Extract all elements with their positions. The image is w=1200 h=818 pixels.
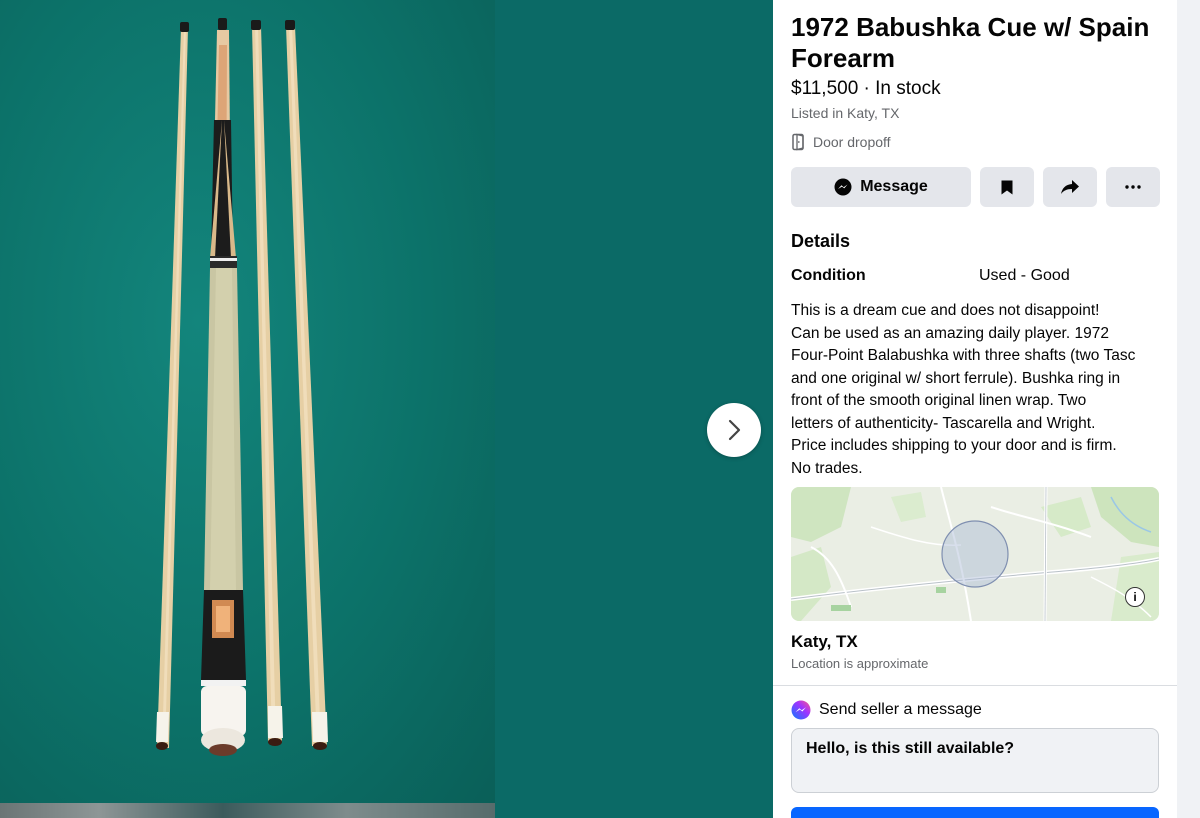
map-image: [791, 487, 1159, 621]
section-divider: [773, 685, 1177, 686]
send-message-label: Send seller a message: [819, 701, 982, 718]
media-viewer: [0, 0, 773, 818]
listing-description: This is a dream cue and does not disappo…: [791, 302, 1136, 477]
listing-details-panel: 1972 Babushka Cue w/ Spain Forearm $11,5…: [773, 0, 1177, 818]
save-button[interactable]: [980, 167, 1034, 207]
condition-value: Used - Good: [979, 267, 1070, 284]
map-info-icon[interactable]: i: [1125, 587, 1145, 607]
listing-photo: [0, 0, 495, 803]
condition-label: Condition: [791, 267, 866, 284]
delivery-label: Door dropoff: [813, 134, 891, 150]
cue-shaft-3: [285, 20, 328, 750]
next-photo-button[interactable]: [707, 403, 761, 457]
listing-title: 1972 Babushka Cue w/ Spain Forearm: [791, 12, 1150, 73]
bookmark-icon: [1001, 180, 1013, 194]
chevron-right-icon: [728, 419, 741, 441]
cue-shaft-1: [156, 22, 189, 750]
send-message-heading: Send seller a message: [791, 700, 982, 720]
message-input[interactable]: Hello, is this still available?: [791, 728, 1159, 793]
location-map[interactable]: i: [791, 487, 1159, 621]
message-button[interactable]: Message: [791, 167, 971, 207]
map-location-name: Katy, TX: [791, 632, 858, 651]
pool-cue-photo: [156, 18, 328, 756]
cue-butt: [201, 18, 246, 756]
cue-shaft-2: [251, 20, 283, 746]
more-icon: [1125, 185, 1141, 189]
scrollbar[interactable]: [1177, 0, 1200, 818]
door-icon: [792, 133, 804, 151]
location-approximate-note: Location is approximate: [791, 656, 929, 671]
share-icon: [1061, 180, 1079, 194]
delivery-method: Door dropoff: [791, 133, 891, 151]
action-bar: Message: [791, 167, 1160, 207]
listing-location[interactable]: Listed in Katy, TX: [791, 105, 899, 121]
more-options-button[interactable]: [1106, 167, 1160, 207]
message-button-label: Message: [860, 178, 928, 195]
listing-price: $11,500 · In stock: [791, 78, 941, 99]
messenger-icon: [834, 178, 852, 196]
thumbnail-strip[interactable]: [0, 803, 495, 818]
send-button[interactable]: [791, 807, 1159, 818]
details-heading: Details: [791, 231, 851, 251]
share-button[interactable]: [1043, 167, 1097, 207]
messenger-gradient-icon: [791, 700, 811, 720]
